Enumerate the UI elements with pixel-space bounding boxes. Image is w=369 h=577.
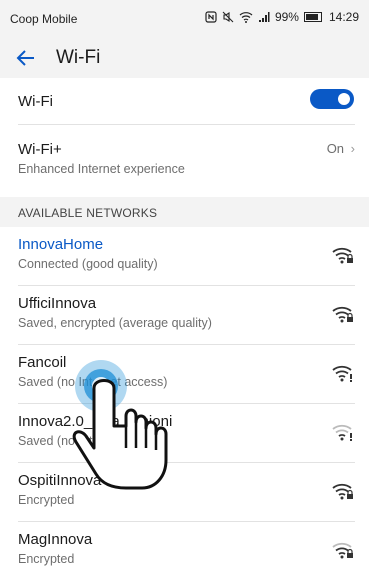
mute-icon <box>222 11 234 23</box>
wifi-locked-full-icon <box>331 245 355 265</box>
nfc-icon <box>205 11 217 23</box>
network-row[interactable]: MagInnova Encrypted <box>0 522 369 577</box>
network-row[interactable]: UfficiInnova Saved, encrypted (average q… <box>0 286 369 344</box>
wifi-locked-icon <box>331 540 355 560</box>
network-status: Encrypted <box>18 552 75 566</box>
back-arrow-icon[interactable] <box>14 46 40 70</box>
wifi-settings-screen: Coop Mobile 99% 14:29 Wi-Fi Wi-Fi Wi-Fi+… <box>0 0 369 577</box>
network-status: Saved, encrypted (average quality) <box>18 316 212 330</box>
available-networks-header: AVAILABLE NETWORKS <box>0 197 369 227</box>
status-icons: 99% 14:29 <box>205 10 359 24</box>
chevron-right-icon: › <box>350 141 355 156</box>
network-name: UfficiInnova <box>18 295 97 312</box>
battery-icon <box>303 12 322 22</box>
battery-percent: 99% <box>274 10 299 24</box>
network-row[interactable]: InnovaHome Connected (good quality) <box>0 227 369 285</box>
carrier-name: Coop Mobile <box>10 12 78 26</box>
wifi-toggle-row[interactable]: Wi-Fi <box>0 78 369 124</box>
wifi-plus-value: On <box>326 141 345 156</box>
wifi-no-internet-icon <box>331 363 355 383</box>
wifi-plus-description: Enhanced Internet experience <box>18 162 185 176</box>
wifi-switch-knob <box>338 93 350 105</box>
wifi-plus-state: On › <box>327 141 355 156</box>
tap-gesture-hand-icon <box>56 356 174 492</box>
wifi-toggle-label: Wi-Fi <box>18 93 53 110</box>
page-title: Wi-Fi <box>56 47 101 68</box>
signal-icon <box>258 11 270 23</box>
toolbar: Wi-Fi <box>0 38 369 78</box>
network-status: Encrypted <box>18 493 75 507</box>
wifi-plus-label: Wi-Fi+ <box>18 141 62 158</box>
network-status: Connected (good quality) <box>18 257 158 271</box>
wifi-locked-full-icon <box>331 481 355 501</box>
clock: 14:29 <box>328 10 359 24</box>
wifi-no-internet-icon <box>331 422 355 442</box>
wifi-status-icon <box>239 11 253 23</box>
wifi-switch[interactable] <box>310 89 354 109</box>
network-name: MagInnova <box>18 531 93 548</box>
status-bar: Coop Mobile 99% 14:29 <box>0 0 369 38</box>
wifi-locked-full-icon <box>331 304 355 324</box>
wifi-plus-row[interactable]: Wi-Fi+ Enhanced Internet experience On › <box>0 125 369 197</box>
network-name: InnovaHome <box>18 236 104 253</box>
